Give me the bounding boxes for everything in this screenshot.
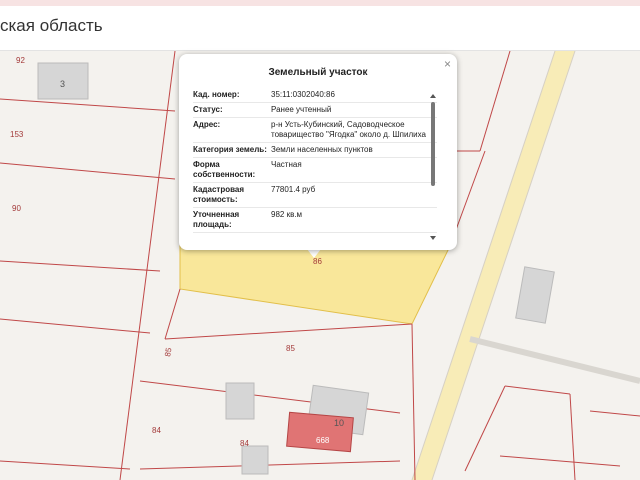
row-value: 35:11:0302040:86 (271, 90, 335, 99)
scrollbar-thumb[interactable] (431, 102, 435, 186)
row-value: Ранее учтенный (271, 105, 332, 114)
parcel-label: 84 (152, 426, 161, 435)
table-row: Адрес: р-н Усть-Кубинский, Садоводческое … (193, 118, 437, 143)
building-label: 3 (60, 79, 65, 89)
popup-attribute-table: Кад. номер: 35:11:0302040:86 Статус: Ранее… (193, 88, 437, 240)
row-key: Кад. номер: (193, 90, 240, 99)
building[interactable] (241, 445, 269, 475)
table-row: Уточненная площадь: 982 кв.м (193, 208, 437, 233)
row-value: р-н Усть-Кубинский, Садоводческое товари… (271, 120, 426, 139)
row-key: Статус: (193, 105, 223, 114)
row-value: 982 кв.м (271, 210, 303, 219)
parcel-label: 85 (163, 346, 174, 357)
parcel-label: 84 (240, 439, 249, 448)
row-key: Уточненная площадь: (193, 210, 240, 229)
popup-title: Земельный участок (268, 67, 368, 78)
row-value: Частная (271, 160, 302, 169)
page-header: ская область (0, 6, 640, 51)
parcel-label: 153 (10, 130, 24, 139)
building[interactable] (225, 382, 255, 420)
parcel-label: 86 (313, 257, 322, 266)
popup-pointer (307, 249, 321, 258)
parcel-label: 85 (286, 344, 295, 353)
parcel-label: 90 (12, 204, 21, 213)
table-row: Категория земель: Земли населенных пункто… (193, 143, 437, 158)
table-row: Кад. номер: 35:11:0302040:86 (193, 88, 437, 103)
row-key: Адрес: (193, 120, 221, 129)
building-label: 668 (316, 436, 330, 445)
row-key: Кадастровая стоимость: (193, 185, 245, 204)
building-label: 10 (334, 418, 344, 428)
row-key: Форма собственности: (193, 160, 256, 179)
close-icon[interactable]: × (444, 57, 451, 71)
row-value: 77801.4 руб (271, 185, 316, 194)
table-row: Статус: Ранее учтенный (193, 103, 437, 118)
parcel-label: 92 (16, 56, 25, 65)
scroll-down-icon[interactable] (430, 236, 436, 240)
building[interactable] (515, 266, 555, 324)
row-value: Земли населенных пунктов (271, 145, 373, 154)
parcel-info-popup: Земельный участок × Кад. номер: 35:11:030… (179, 54, 457, 250)
region-title: ская область (0, 16, 103, 35)
table-row: Кадастровая стоимость: 77801.4 руб (193, 183, 437, 208)
table-row: Форма собственности: Частная (193, 158, 437, 183)
side-lane (469, 336, 640, 384)
row-key: Категория земель: (193, 145, 267, 154)
popup-scrollbar[interactable] (429, 94, 437, 240)
scroll-up-icon[interactable] (430, 94, 436, 98)
